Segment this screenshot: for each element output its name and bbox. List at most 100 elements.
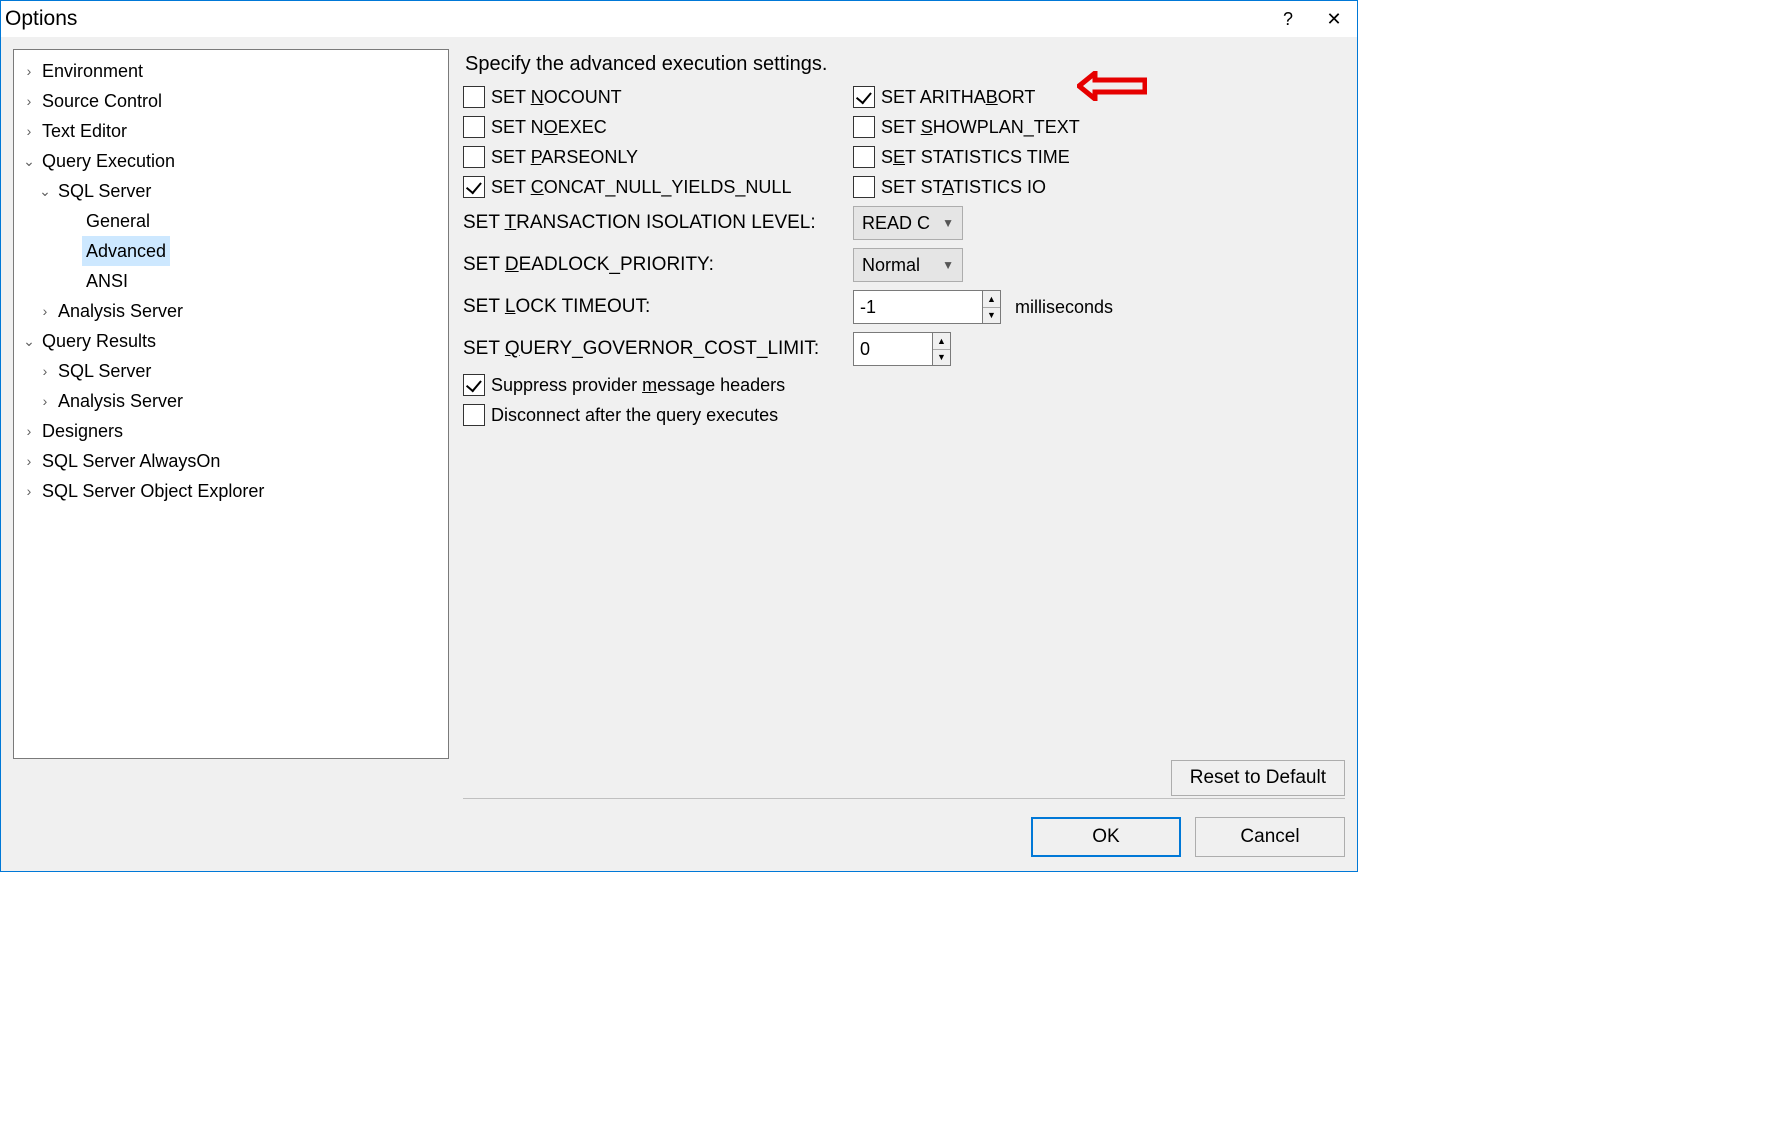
tree-item[interactable]: ANSI	[18, 266, 444, 296]
tree-item[interactable]: General	[18, 206, 444, 236]
tree-item[interactable]: ›SQL Server	[18, 356, 444, 386]
tree-item-label: Environment	[38, 56, 147, 86]
tree-item-label: Designers	[38, 416, 127, 446]
label-query-governor: SET QUERY_GOVERNOR_COST_LIMIT:	[463, 338, 847, 360]
chevron-down-icon: ▼	[942, 216, 954, 230]
dialog-footer: OK Cancel	[13, 799, 1345, 859]
checkbox-set-statistics-io[interactable]: SET STATISTICS IO	[853, 176, 1345, 198]
tree-item-label: SQL Server	[54, 356, 155, 386]
label: SET PARSEONLY	[491, 147, 638, 168]
select-deadlock-priority[interactable]: Normal ▼	[853, 248, 963, 282]
cancel-button[interactable]: Cancel	[1195, 817, 1345, 857]
ok-button[interactable]: OK	[1031, 817, 1181, 857]
tree-item[interactable]: ›Analysis Server	[18, 296, 444, 326]
panel-heading: Specify the advanced execution settings.	[465, 53, 1345, 76]
select-value: Normal	[862, 255, 920, 276]
caret-icon: ›	[38, 386, 52, 416]
label-deadlock-priority: SET DEADLOCK_PRIORITY:	[463, 254, 847, 276]
help-button[interactable]: ?	[1265, 1, 1311, 37]
spinner[interactable]: ▲▼	[983, 290, 1001, 324]
tree-item[interactable]: ⌄SQL Server	[18, 176, 444, 206]
caret-icon: ›	[38, 356, 52, 386]
label: SET CONCAT_NULL_YIELDS_NULL	[491, 177, 791, 198]
tree-item-label: Source Control	[38, 86, 166, 116]
checkbox-icon	[463, 86, 485, 108]
checkbox-icon	[463, 404, 485, 426]
tree-item-label: General	[82, 206, 154, 236]
checkbox-set-noexec[interactable]: SET NOEXEC	[463, 116, 847, 138]
label: SET NOEXEC	[491, 117, 607, 138]
tree-item-label: Analysis Server	[54, 386, 187, 416]
label-transaction-isolation: SET TRANSACTION ISOLATION LEVEL:	[463, 212, 847, 234]
select-value: READ C	[862, 213, 930, 234]
tree-item[interactable]: ›Text Editor	[18, 116, 444, 146]
suffix-label: milliseconds	[1015, 297, 1113, 318]
input-query-governor[interactable]: ▲▼	[853, 332, 951, 366]
spin-down-icon[interactable]: ▼	[983, 308, 1000, 324]
spin-up-icon[interactable]: ▲	[983, 291, 1000, 308]
tree-item[interactable]: ›Source Control	[18, 86, 444, 116]
label: SET NOCOUNT	[491, 87, 622, 108]
nav-tree[interactable]: ›Environment›Source Control›Text Editor⌄…	[13, 49, 449, 759]
checkbox-set-showplan-text[interactable]: SET SHOWPLAN_TEXT	[853, 116, 1345, 138]
checkbox-icon	[463, 116, 485, 138]
caret-icon: ›	[22, 116, 36, 146]
label: SET SHOWPLAN_TEXT	[881, 117, 1080, 138]
checkbox-icon	[853, 86, 875, 108]
checkbox-icon	[463, 374, 485, 396]
checkbox-set-concat-null[interactable]: SET CONCAT_NULL_YIELDS_NULL	[463, 176, 847, 198]
select-transaction-isolation[interactable]: READ C ▼	[853, 206, 963, 240]
caret-icon: ⌄	[38, 176, 52, 206]
close-button[interactable]: ✕	[1311, 1, 1357, 37]
checkbox-icon	[853, 146, 875, 168]
tree-item-label: Query Results	[38, 326, 160, 356]
tree-item-label: SQL Server AlwaysOn	[38, 446, 224, 476]
checkbox-set-statistics-time[interactable]: SET STATISTICS TIME	[853, 146, 1345, 168]
checkbox-set-parseonly[interactable]: SET PARSEONLY	[463, 146, 847, 168]
label: Disconnect after the query executes	[491, 405, 778, 426]
tree-item[interactable]: Advanced	[18, 236, 444, 266]
tree-item[interactable]: ›Environment	[18, 56, 444, 86]
tree-item[interactable]: ⌄Query Execution	[18, 146, 444, 176]
tree-item[interactable]: ⌄Query Results	[18, 326, 444, 356]
annotation-arrow-icon	[1077, 71, 1147, 106]
label: Suppress provider message headers	[491, 375, 785, 396]
tree-item-label: SQL Server	[54, 176, 155, 206]
tree-item-label: ANSI	[82, 266, 132, 296]
reset-to-default-button[interactable]: Reset to Default	[1171, 760, 1345, 796]
number-input[interactable]	[853, 290, 983, 324]
spin-up-icon[interactable]: ▲	[933, 333, 950, 350]
tree-item-label: Analysis Server	[54, 296, 187, 326]
label: SET STATISTICS TIME	[881, 147, 1070, 168]
label-lock-timeout: SET LOCK TIMEOUT:	[463, 296, 847, 318]
tree-item[interactable]: ›SQL Server Object Explorer	[18, 476, 444, 506]
spinner[interactable]: ▲▼	[933, 332, 951, 366]
tree-item-label: Query Execution	[38, 146, 179, 176]
checkbox-icon	[853, 176, 875, 198]
tree-item[interactable]: ›Designers	[18, 416, 444, 446]
checkbox-icon	[853, 116, 875, 138]
caret-icon: ⌄	[22, 146, 36, 176]
window-title: Options	[5, 7, 77, 31]
checkbox-set-nocount[interactable]: SET NOCOUNT	[463, 86, 847, 108]
caret-icon: ›	[22, 86, 36, 116]
tree-item[interactable]: ›Analysis Server	[18, 386, 444, 416]
checkbox-suppress-headers[interactable]: Suppress provider message headers	[463, 374, 1345, 396]
caret-icon: ›	[22, 56, 36, 86]
tree-item-label: Advanced	[82, 236, 170, 266]
caret-icon: ⌄	[22, 326, 36, 356]
tree-item[interactable]: ›SQL Server AlwaysOn	[18, 446, 444, 476]
input-lock-timeout[interactable]: ▲▼	[853, 290, 1001, 324]
checkbox-icon	[463, 176, 485, 198]
caret-icon: ›	[22, 416, 36, 446]
checkbox-disconnect-after[interactable]: Disconnect after the query executes	[463, 404, 1345, 426]
titlebar: Options ? ✕	[1, 1, 1357, 37]
dialog-body: ›Environment›Source Control›Text Editor⌄…	[1, 37, 1357, 871]
caret-icon: ›	[22, 446, 36, 476]
number-input[interactable]	[853, 332, 933, 366]
label: SET ARITHABORT	[881, 87, 1035, 108]
spin-down-icon[interactable]: ▼	[933, 350, 950, 366]
settings-panel: Specify the advanced execution settings.…	[463, 49, 1345, 799]
tree-item-label: Text Editor	[38, 116, 131, 146]
options-dialog: Options ? ✕ ›Environment›Source Control›…	[0, 0, 1358, 872]
